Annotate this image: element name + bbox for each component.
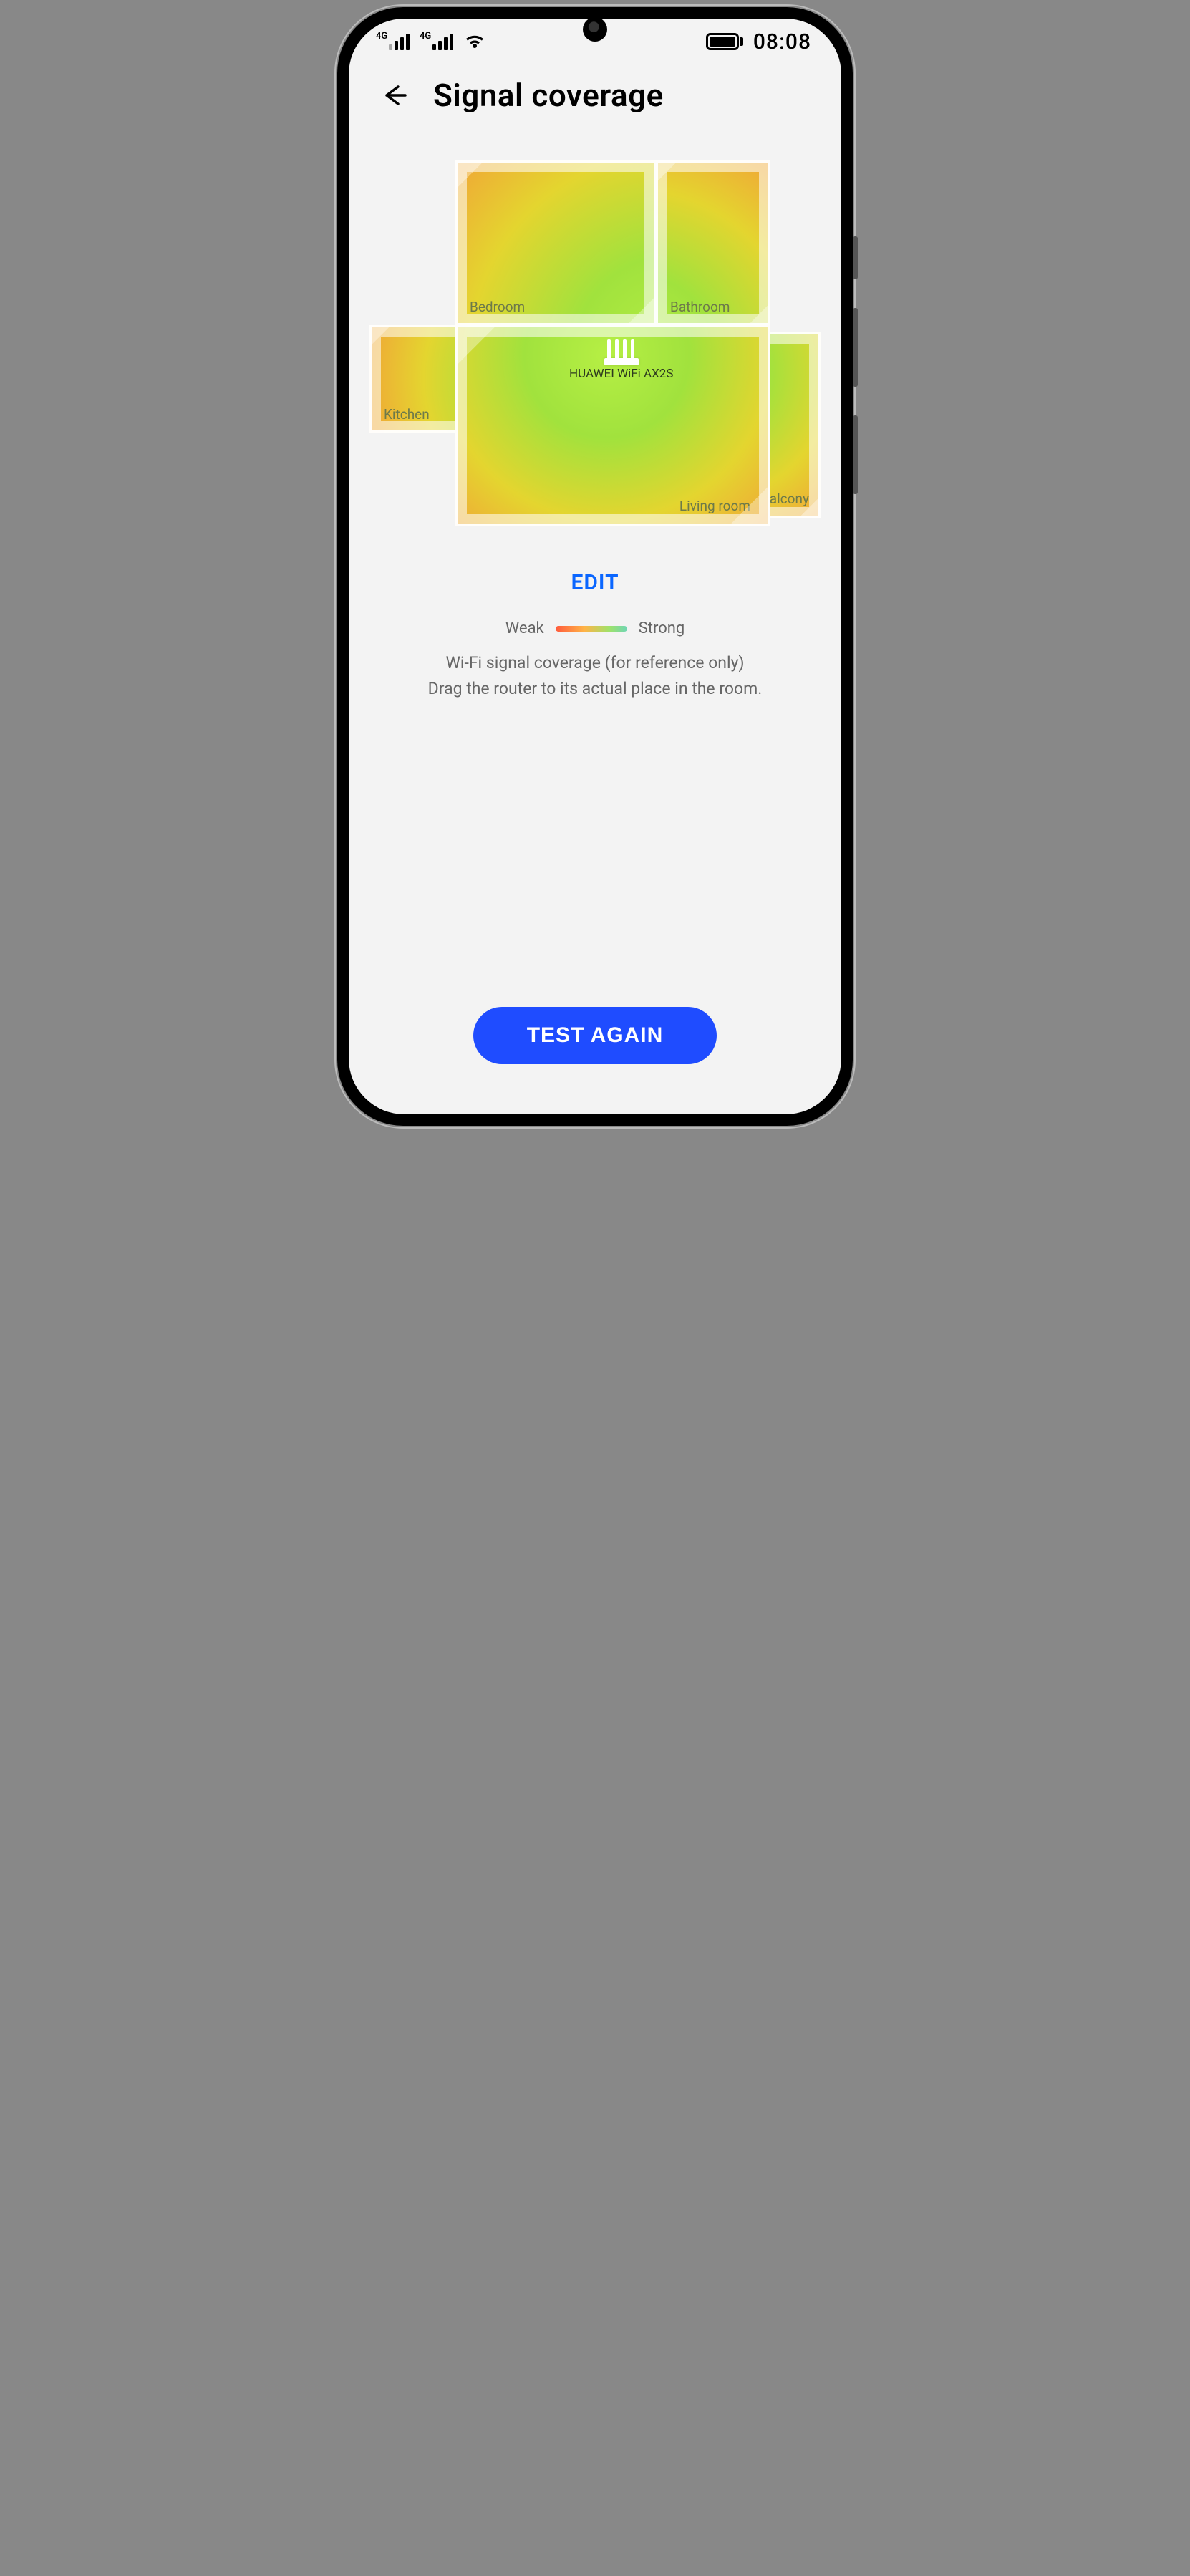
phone-side-buttons [853,236,858,523]
legend-strong-label: Strong [639,619,685,637]
page-header: Signal coverage [349,62,841,120]
back-button[interactable] [374,76,413,115]
front-camera-hole [583,17,607,42]
battery-icon [706,33,743,50]
screen: 4G 4G 08:08 [349,19,841,1114]
cellular-signal-2-icon: 4G [432,34,453,50]
status-left: 4G 4G [379,32,486,51]
info-line-1: Wi-Fi signal coverage (for reference onl… [377,650,813,676]
room-label: Kitchen [384,406,430,423]
router-marker[interactable]: HUAWEI WiFi AX2S [569,338,673,381]
status-right: 08:08 [706,29,811,54]
room-label: Bathroom [670,299,730,315]
arrow-left-icon [378,79,410,111]
room-label: Bedroom [470,299,525,315]
page-title: Signal coverage [433,77,664,114]
room-bathroom[interactable]: Bathroom [656,160,770,325]
floor-plan[interactable]: Bedroom Bathroom Kitchen Living room Bal… [369,160,821,526]
edit-link[interactable]: EDIT [349,570,841,595]
info-text: Wi-Fi signal coverage (for reference onl… [349,650,841,701]
info-line-2: Drag the router to its actual place in t… [377,676,813,702]
test-again-button[interactable]: TEST AGAIN [473,1007,717,1064]
bottom-bar: TEST AGAIN [349,1007,841,1114]
router-name-label: HUAWEI WiFi AX2S [569,367,673,381]
legend-gradient-bar [556,626,627,632]
room-label: Living room [679,498,750,514]
room-bedroom[interactable]: Bedroom [455,160,656,325]
signal-legend: Weak Strong [349,619,841,637]
legend-weak-label: Weak [505,619,544,637]
wifi-icon [463,32,486,51]
phone-frame: 4G 4G 08:08 [337,7,853,1126]
router-icon [600,338,643,365]
status-clock: 08:08 [753,29,811,54]
cellular-signal-1-icon: 4G [389,34,410,50]
